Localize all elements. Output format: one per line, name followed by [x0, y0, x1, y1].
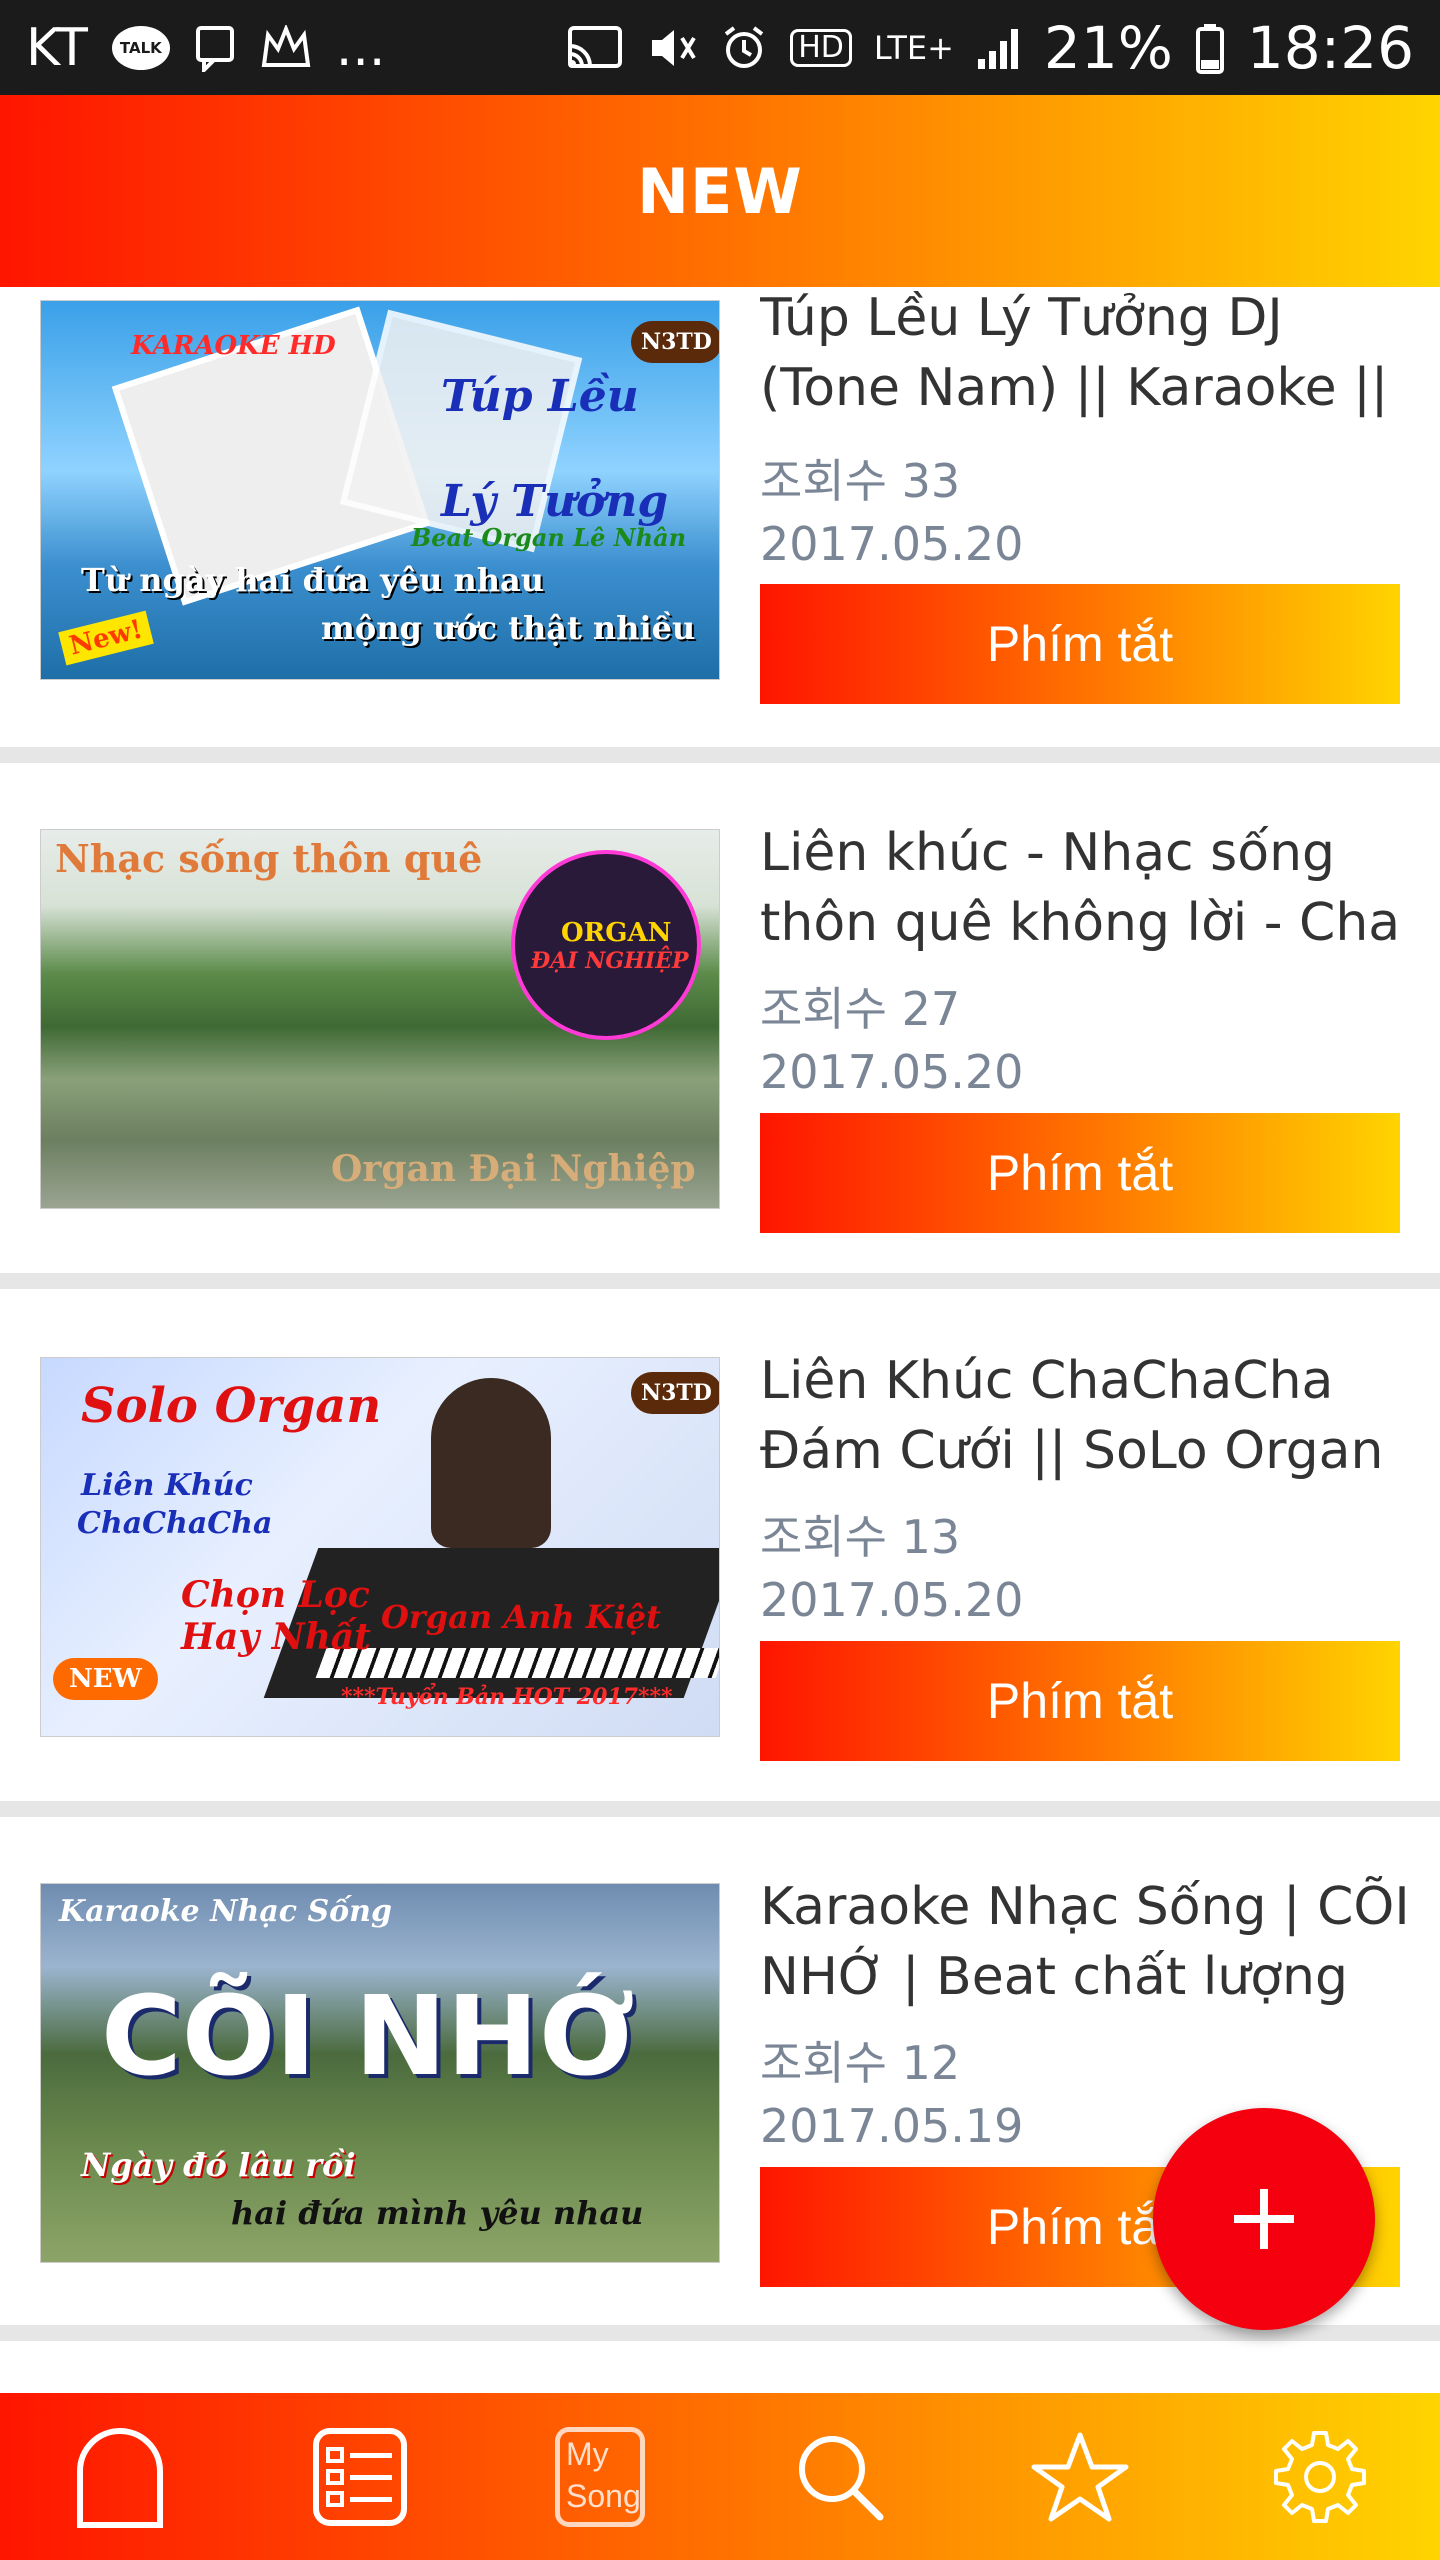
thumb-lyric2: hai đứa mình yêu nhau — [231, 2194, 644, 2232]
video-thumbnail[interactable]: Nhạc sống thôn quê ORGAN ĐẠI NGHIỆP Orga… — [40, 829, 720, 1209]
item-views: 조회수 27 — [760, 982, 961, 1036]
item-date: 2017.05.20 — [760, 517, 1024, 571]
add-fab-button[interactable] — [1153, 2108, 1375, 2330]
thumb-top-label: Karaoke Nhạc Sống — [59, 1894, 392, 1929]
nav-home[interactable] — [60, 2417, 180, 2537]
cast-icon — [564, 24, 624, 72]
shortcut-button[interactable]: Phím tắt — [760, 1641, 1400, 1761]
item-title[interactable]: Liên khúc - Nhạc sống thôn quê không lời… — [760, 818, 1410, 958]
item-separator — [0, 1273, 1440, 1289]
item-views: 조회수 33 — [760, 454, 961, 508]
thumb-footer: ***Tuyển Bản HOT 2017*** — [341, 1684, 673, 1710]
hd-badge: HD — [790, 28, 852, 67]
network-type: LTE+ — [873, 28, 954, 67]
clock: 18:26 — [1246, 13, 1414, 82]
thumb-subtitle: Beat Organ Lê Nhân — [411, 523, 687, 552]
thumb-title: Solo Organ — [81, 1378, 382, 1434]
plus-icon — [1234, 2189, 1294, 2249]
item-separator — [0, 2325, 1440, 2341]
mysong-my-label: My — [566, 2435, 609, 2472]
video-thumbnail[interactable]: Karaoke Nhạc Sống CÕI NHỚ Ngày đó lâu rồ… — [40, 1883, 720, 2263]
mysong-icon: My Song — [555, 2426, 645, 2527]
battery-percent: 21% — [1043, 13, 1173, 82]
thumb-logo: N3TD — [631, 321, 719, 363]
thumb-logo-line2: ĐẠI NGHIỆP — [531, 948, 689, 974]
video-thumbnail[interactable]: KARAOKE HD Túp Lều Lý Tưởng Beat Organ L… — [40, 300, 720, 680]
thumb-sub1: Liên Khúc — [81, 1468, 253, 1503]
item-title[interactable]: Liên Khúc ChaChaCha Đám Cưới || SoLo Org… — [760, 1346, 1410, 1486]
item-title[interactable]: Karaoke Nhạc Sống | CÕI NHỚ | Beat chất … — [760, 1872, 1410, 2012]
crown-icon — [260, 24, 312, 71]
nav-search[interactable] — [780, 2417, 900, 2537]
item-date: 2017.05.20 — [760, 1573, 1024, 1627]
thumb-pick2: Hay Nhất — [181, 1616, 371, 1658]
search-icon — [799, 2435, 884, 2520]
more-notifications: ... — [335, 17, 386, 78]
bottom-nav: My Song — [0, 2393, 1440, 2560]
shortcut-button[interactable]: Phím tắt — [760, 584, 1400, 704]
nav-list[interactable] — [300, 2417, 420, 2537]
thumb-artist: Organ Anh Kiệt — [381, 1598, 661, 1636]
message-icon — [194, 24, 236, 72]
battery-icon — [1195, 22, 1225, 74]
list-item[interactable]: Solo Organ Liên Khúc ChaChaCha Chọn Lọc … — [0, 1289, 1440, 1801]
shortcut-button[interactable]: Phím tắt — [760, 1113, 1400, 1233]
thumb-bottom-label: Organ Đại Nghiệp — [331, 1148, 696, 1190]
thumb-logo-line1: ORGAN — [561, 918, 672, 948]
thumb-title-line1: Túp Lều — [441, 371, 639, 422]
list-icon — [313, 2427, 407, 2526]
alarm-icon — [720, 24, 768, 72]
page-title: NEW — [637, 154, 803, 228]
gear-icon — [1274, 2430, 1366, 2523]
item-date: 2017.05.20 — [760, 1045, 1024, 1099]
nav-mysong[interactable]: My Song — [540, 2417, 660, 2537]
nav-favorites[interactable] — [1020, 2417, 1140, 2537]
item-separator — [0, 1801, 1440, 1817]
thumb-title-line2: Lý Tưởng — [441, 476, 669, 527]
list-item[interactable]: Nhạc sống thôn quê ORGAN ĐẠI NGHIỆP Orga… — [0, 763, 1440, 1273]
list-item[interactable]: KARAOKE HD Túp Lều Lý Tưởng Beat Organ L… — [0, 287, 1440, 747]
video-thumbnail[interactable]: Solo Organ Liên Khúc ChaChaCha Chọn Lọc … — [40, 1357, 720, 1737]
thumb-lyric1: Ngày đó lâu rồi — [81, 2146, 356, 2184]
thumb-top-label: Nhạc sống thôn quê — [55, 836, 483, 881]
status-bar: KT TALK ... HD LTE+ 21% 18:26 — [0, 0, 1440, 95]
carrier-label: KT — [26, 17, 88, 78]
item-date: 2017.05.19 — [760, 2099, 1024, 2153]
item-views: 조회수 12 — [760, 2036, 961, 2090]
thumb-logo: N3TD — [631, 1372, 719, 1414]
mute-vibrate-icon — [646, 24, 698, 72]
thumb-big-title: CÕI NHỚ — [101, 1972, 635, 2100]
thumb-lyric1: Từ ngày hai đứa yêu nhau — [81, 561, 545, 599]
item-views: 조회수 13 — [760, 1510, 961, 1564]
thumb-karaoke-label: KARAOKE HD — [131, 331, 336, 361]
signal-icon — [976, 25, 1022, 71]
star-icon — [1031, 2432, 1129, 2521]
thumb-sub2: ChaChaCha — [77, 1506, 273, 1541]
app-header: NEW — [0, 95, 1440, 287]
thumb-pick1: Chọn Lọc — [181, 1574, 370, 1616]
thumb-new-badge: NEW — [53, 1658, 158, 1700]
item-title[interactable]: Túp Lều Lý Tưởng DJ (Tone Nam) || Karaok… — [760, 283, 1410, 423]
mysong-song-label: Song — [566, 2477, 641, 2514]
item-separator — [0, 747, 1440, 763]
kakaotalk-icon: TALK — [111, 25, 170, 70]
thumb-lyric2: mộng ước thật nhiều — [321, 609, 696, 647]
home-arch-icon — [77, 2427, 163, 2528]
nav-settings[interactable] — [1260, 2417, 1380, 2537]
